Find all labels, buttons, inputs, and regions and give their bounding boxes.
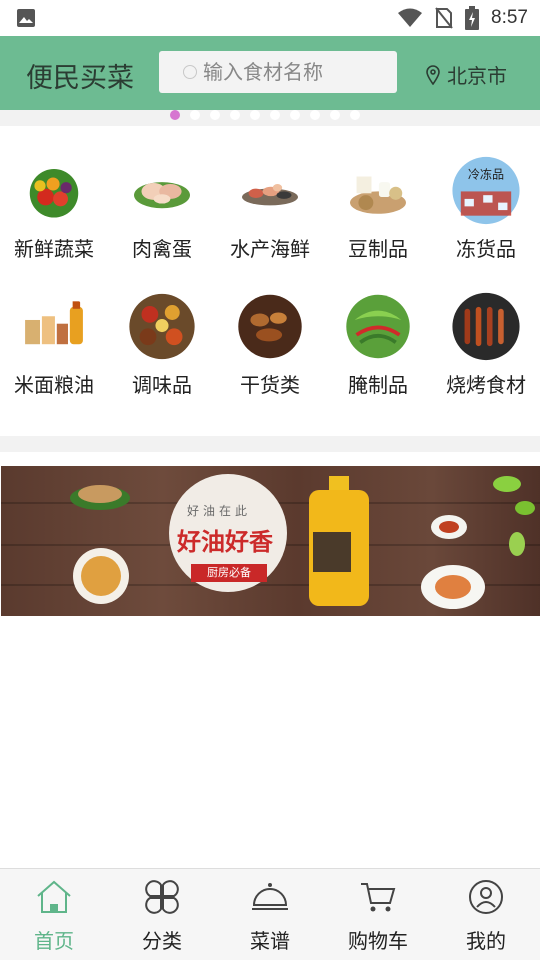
promo-banner[interactable]: 好油在此 好油好香 厨房必备: [1, 466, 540, 616]
dish-icon: [73, 548, 129, 604]
carousel-dot[interactable]: [230, 110, 240, 120]
nav-cart[interactable]: 购物车: [324, 869, 432, 961]
carousel-dot[interactable]: [250, 110, 260, 120]
category-label: 水产海鲜: [230, 237, 310, 261]
grain-oil-icon: [25, 301, 83, 345]
bottom-nav: 首页 分类 菜谱 购物车 我的: [0, 868, 540, 960]
nav-category[interactable]: 分类: [108, 869, 216, 961]
carousel-dot[interactable]: [190, 110, 200, 120]
category-item-poultry[interactable]: 肉禽蛋: [108, 126, 216, 262]
app-header: 便民买菜 北京市: [0, 36, 540, 110]
nav-label: 分类: [142, 929, 182, 953]
category-label: 干货类: [240, 373, 300, 397]
pickled-icon: [346, 294, 410, 359]
category-item-bbq[interactable]: 烧烤食材: [432, 262, 540, 398]
seafood-icon: [242, 183, 298, 206]
carousel-dot[interactable]: [170, 110, 180, 120]
nav-home[interactable]: 首页: [0, 869, 108, 961]
banner-headline: 好油好香: [177, 528, 273, 556]
soy-icon: [350, 176, 406, 214]
battery-icon: [465, 6, 480, 30]
banner-small-text: 好油在此: [187, 504, 252, 518]
category-label: 新鲜蔬菜: [14, 237, 94, 261]
category-label: 米面粮油: [14, 373, 94, 397]
small-bowl-icon: [431, 515, 467, 539]
carousel-dots: [170, 110, 360, 120]
home-icon: [37, 880, 71, 913]
carousel-dot[interactable]: [310, 110, 320, 120]
oil-bottle-icon: [309, 476, 369, 606]
category-label: 烧烤食材: [446, 373, 526, 397]
category-item-vegetables[interactable]: 新鲜蔬菜: [0, 126, 108, 262]
category-label: 调味品: [132, 373, 192, 397]
image-icon: [17, 9, 35, 27]
nav-label: 购物车: [348, 929, 408, 953]
section-divider: [0, 436, 540, 452]
cart-icon: [361, 883, 396, 912]
category-label: 豆制品: [348, 237, 408, 261]
wifi-icon: [398, 8, 423, 27]
app-title: 便民买菜: [26, 63, 134, 94]
carousel-dot[interactable]: [290, 110, 300, 120]
vegetables-icon: [29, 169, 79, 218]
carousel-dot[interactable]: [270, 110, 280, 120]
category-item-seafood[interactable]: 水产海鲜: [216, 126, 324, 262]
search-icon: [183, 65, 197, 79]
search-box[interactable]: [159, 51, 397, 93]
location-label: 北京市: [447, 64, 507, 88]
category-grid: 新鲜蔬菜 肉禽蛋 水产海鲜 豆制品 冷冻品 冻货品 米面粮油 调味品 干货类 腌…: [0, 126, 540, 436]
carousel-dot[interactable]: [330, 110, 340, 120]
category-label: 肉禽蛋: [132, 237, 192, 261]
location-pin-icon: [426, 64, 440, 85]
carousel-dot[interactable]: [210, 110, 220, 120]
status-time: 8:57: [491, 7, 528, 28]
profile-icon: [469, 880, 503, 914]
nav-recipes[interactable]: 菜谱: [216, 869, 324, 961]
nav-profile[interactable]: 我的: [432, 869, 540, 961]
status-bar: 8:57: [0, 0, 540, 36]
search-input[interactable]: [203, 58, 388, 86]
no-sim-icon: [435, 7, 453, 29]
nav-label: 菜谱: [250, 929, 290, 953]
banner-tag: 厨房必备: [191, 564, 267, 582]
cloche-icon: [252, 883, 288, 910]
spices-icon: [129, 293, 195, 360]
category-icon: [145, 880, 179, 914]
plate-icon: [421, 565, 485, 609]
category-label: 腌制品: [348, 373, 408, 397]
carousel-dot[interactable]: [350, 110, 360, 120]
category-item-grain-oil[interactable]: 米面粮油: [0, 262, 108, 398]
category-item-soy[interactable]: 豆制品: [324, 126, 432, 262]
frozen-icon: 冷冻品: [452, 156, 520, 225]
dried-goods-icon: [238, 294, 302, 359]
category-item-spices[interactable]: 调味品: [108, 262, 216, 398]
leaf-icon: [493, 476, 535, 556]
category-label: 冻货品: [456, 237, 516, 261]
category-item-pickled[interactable]: 腌制品: [324, 262, 432, 398]
category-item-dried-goods[interactable]: 干货类: [216, 262, 324, 398]
nav-label: 我的: [466, 929, 506, 953]
poultry-icon: [134, 182, 190, 209]
category-item-frozen[interactable]: 冷冻品 冻货品: [432, 126, 540, 262]
frozen-overlay-text: 冷冻品: [468, 166, 504, 181]
location-selector[interactable]: 北京市: [425, 60, 507, 89]
nav-label: 首页: [34, 929, 74, 953]
bbq-icon: [452, 292, 520, 361]
dumpling-icon: [70, 485, 130, 510]
